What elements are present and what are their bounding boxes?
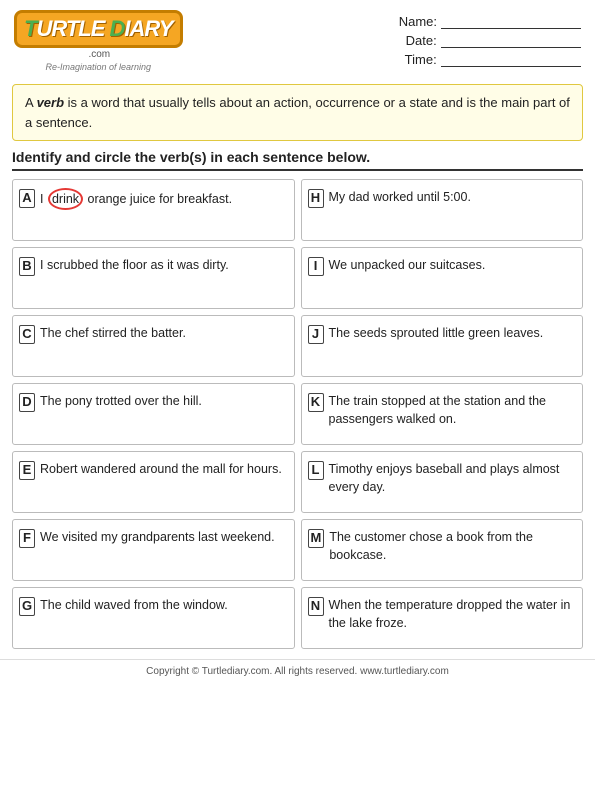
card-n: N When the temperature dropped the water …: [301, 587, 584, 649]
date-label: Date:: [399, 33, 437, 48]
card-grid: A I drink orange juice for breakfast. H My …: [0, 179, 595, 655]
card-text: Timothy enjoys baseball and plays almost…: [329, 460, 575, 496]
card-text: I drink orange juice for breakfast.: [40, 188, 286, 210]
card-text: The customer chose a book from the bookc…: [329, 528, 574, 564]
card-e: E Robert wandered around the mall for hou…: [12, 451, 295, 513]
card-letter: G: [19, 597, 35, 616]
header: TURTLE DIARY .com Re-Imagination of lear…: [0, 0, 595, 78]
card-l: L Timothy enjoys baseball and plays almos…: [301, 451, 584, 513]
card-letter: D: [19, 393, 35, 412]
card-letter: L: [308, 461, 324, 480]
card-k: K The train stopped at the station and th…: [301, 383, 584, 445]
card-text: We unpacked our suitcases.: [329, 256, 575, 274]
card-g: G The child waved from the window.: [12, 587, 295, 649]
card-text: The seeds sprouted little green leaves.: [329, 324, 575, 342]
definition-suffix: is a word that usually tells about an ac…: [25, 95, 570, 130]
card-text: I scrubbed the floor as it was dirty.: [40, 256, 286, 274]
card-d: D The pony trotted over the hill.: [12, 383, 295, 445]
card-j: J The seeds sprouted little green leaves.: [301, 315, 584, 377]
card-f: F We visited my grandparents last weekend…: [12, 519, 295, 581]
logo-tagline: Re-Imagination of learning: [46, 62, 152, 72]
logo-box: TURTLE DIARY: [14, 10, 183, 48]
instruction: Identify and circle the verb(s) in each …: [12, 149, 583, 171]
card-a: A I drink orange juice for breakfast.: [12, 179, 295, 241]
time-line: [441, 53, 581, 67]
card-m: MThe customer chose a book from the book…: [301, 519, 584, 581]
time-label: Time:: [399, 52, 437, 67]
name-line: [441, 15, 581, 29]
date-row: Date:: [399, 33, 581, 48]
card-c: C The chef stirred the batter.: [12, 315, 295, 377]
card-letter: I: [308, 257, 324, 276]
card-text: The train stopped at the station and the…: [329, 392, 575, 428]
card-h: H My dad worked until 5:00.: [301, 179, 584, 241]
logo-com: .com: [88, 49, 110, 60]
card-text: When the temperature dropped the water i…: [329, 596, 575, 632]
card-text: My dad worked until 5:00.: [329, 188, 575, 206]
card-text: We visited my grandparents last weekend.: [40, 528, 286, 546]
name-date-time: Name: Date: Time:: [399, 10, 581, 67]
card-letter: F: [19, 529, 35, 548]
definition-box: A verb is a word that usually tells abou…: [12, 84, 583, 141]
card-b: B I scrubbed the floor as it was dirty.: [12, 247, 295, 309]
card-letter: M: [308, 529, 325, 548]
card-letter: B: [19, 257, 35, 276]
card-text: The pony trotted over the hill.: [40, 392, 286, 410]
card-i: I We unpacked our suitcases.: [301, 247, 584, 309]
card-letter: A: [19, 189, 35, 208]
logo-area: TURTLE DIARY .com Re-Imagination of lear…: [14, 10, 183, 72]
card-letter: C: [19, 325, 35, 344]
logo-text: TURTLE DIARY: [24, 16, 173, 42]
card-letter: N: [308, 597, 324, 616]
definition-prefix: A: [25, 95, 37, 110]
time-row: Time:: [399, 52, 581, 67]
card-letter: K: [308, 393, 324, 412]
footer: Copyright © Turtlediary.com. All rights …: [0, 659, 595, 683]
card-letter: E: [19, 461, 35, 480]
card-text: The child waved from the window.: [40, 596, 285, 614]
name-row: Name:: [399, 14, 581, 29]
date-line: [441, 34, 581, 48]
circled-verb: drink: [48, 188, 83, 210]
card-text: The chef stirred the batter.: [40, 324, 286, 342]
card-text: Robert wandered around the mall for hour…: [40, 460, 286, 478]
card-letter: H: [308, 189, 324, 208]
definition-keyword: verb: [37, 95, 64, 110]
card-letter: J: [308, 325, 324, 344]
name-label: Name:: [399, 14, 437, 29]
